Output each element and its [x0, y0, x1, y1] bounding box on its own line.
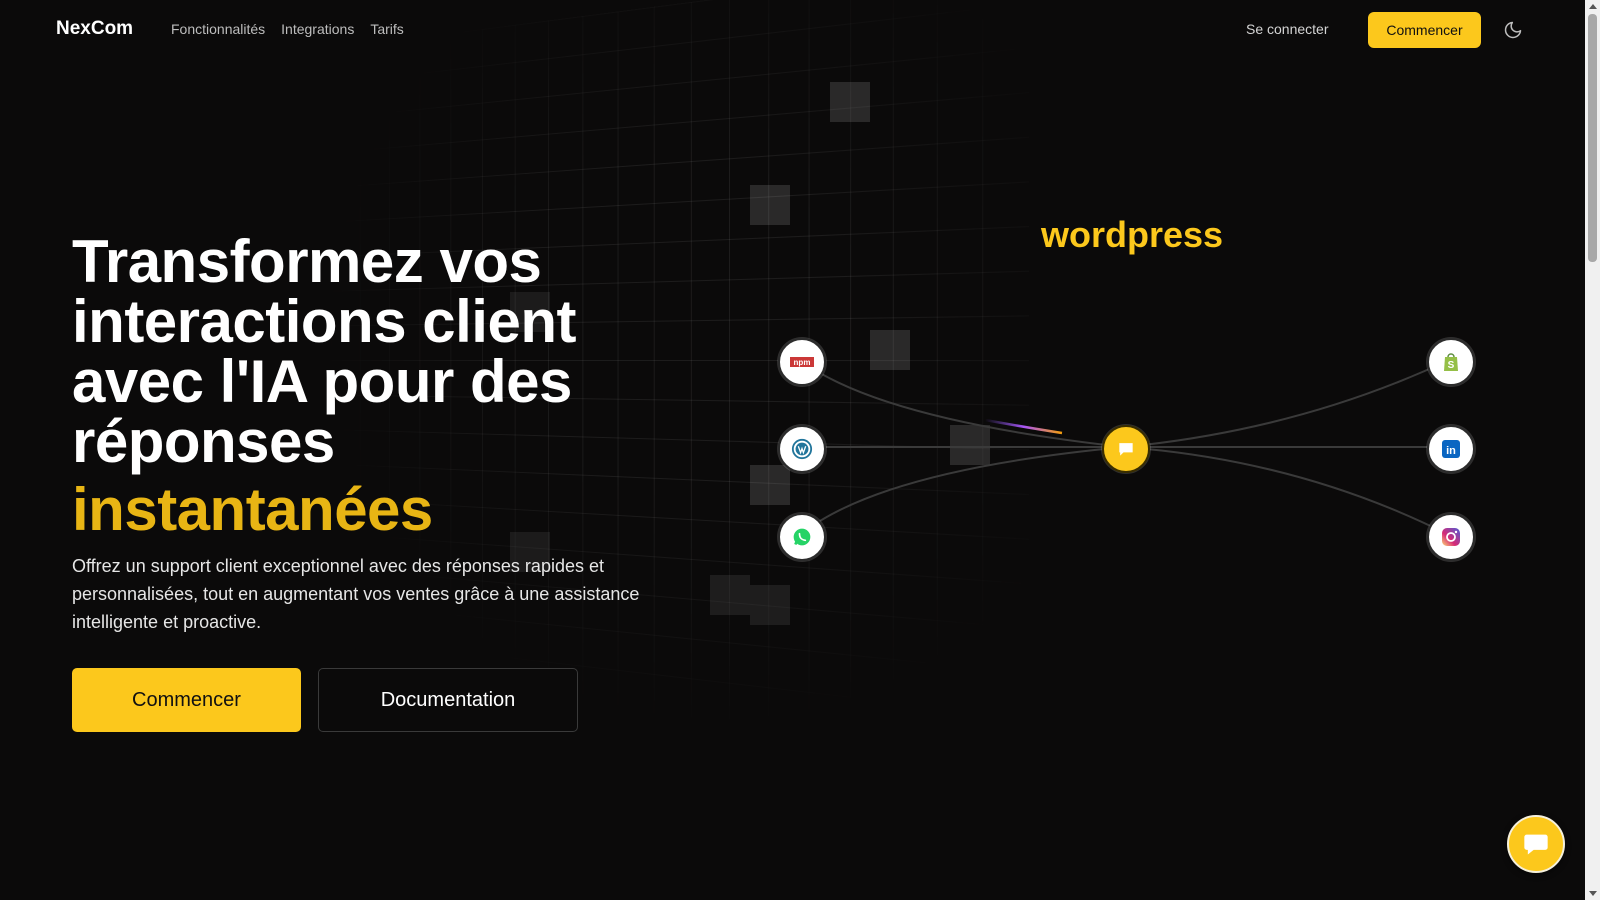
login-link[interactable]: Se connecter — [1246, 21, 1329, 37]
grid-tile — [750, 185, 790, 225]
connection-line — [1124, 360, 1449, 447]
grid-tile — [950, 425, 990, 465]
grid-tile — [710, 575, 750, 615]
moon-icon[interactable] — [1503, 20, 1523, 40]
integration-label: wordpress — [1041, 214, 1223, 256]
chat-widget-button[interactable] — [1507, 815, 1565, 873]
top-nav: NexCom Fonctionnalités Integrations Tari… — [0, 0, 1585, 60]
nav-link-integrations[interactable]: Integrations — [281, 21, 354, 37]
wordpress-icon[interactable] — [778, 425, 826, 473]
grid-tile — [830, 82, 870, 122]
scroll-up-arrow-icon[interactable] — [1589, 4, 1597, 9]
grid-tile — [870, 330, 910, 370]
chat-hub-icon[interactable] — [1102, 425, 1150, 473]
hero-subtitle: Offrez un support client exceptionnel av… — [72, 552, 702, 636]
svg-text:in: in — [1446, 445, 1456, 457]
hero-title-main: Transformez vos interactions client avec… — [72, 228, 576, 475]
grid-tile — [750, 465, 790, 505]
brand-logo[interactable]: NexCom — [56, 18, 133, 40]
scroll-down-arrow-icon[interactable] — [1589, 891, 1597, 896]
whatsapp-icon[interactable] — [778, 513, 826, 561]
npm-icon[interactable]: npm — [778, 338, 826, 386]
connection-line — [1124, 447, 1449, 535]
hero-title: Transformez vos interactions client avec… — [72, 232, 712, 540]
hero-title-accent: instantanées — [72, 480, 712, 540]
svg-text:S: S — [1448, 360, 1455, 371]
scrollbar-thumb[interactable] — [1588, 14, 1597, 262]
nav-link-features[interactable]: Fonctionnalités — [171, 21, 265, 37]
nav-link-pricing[interactable]: Tarifs — [370, 21, 403, 37]
grid-tile — [750, 585, 790, 625]
svg-text:npm: npm — [794, 358, 811, 367]
linkedin-icon[interactable]: in — [1427, 425, 1475, 473]
start-button[interactable]: Commencer — [72, 668, 301, 732]
shopify-icon[interactable]: S — [1427, 338, 1475, 386]
nav-start-button[interactable]: Commencer — [1368, 12, 1481, 48]
nav-links: Fonctionnalités Integrations Tarifs — [171, 21, 404, 37]
instagram-icon[interactable] — [1427, 513, 1475, 561]
documentation-button[interactable]: Documentation — [318, 668, 578, 732]
chat-bubble-icon — [1522, 830, 1550, 858]
